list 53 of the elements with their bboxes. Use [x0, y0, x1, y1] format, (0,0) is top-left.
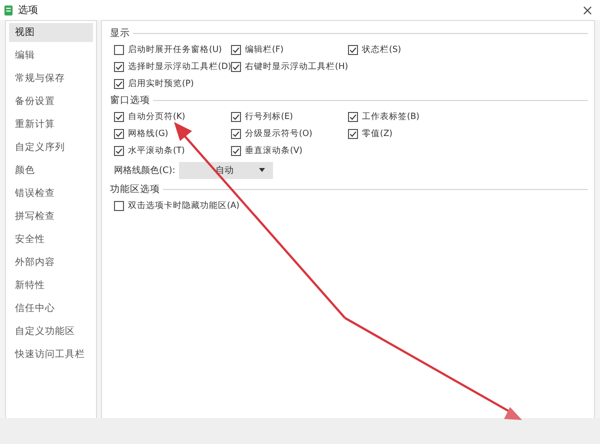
sidebar-item[interactable]: 快速访问工具栏 [9, 345, 93, 364]
checkbox-label: 网格线(G) [128, 128, 168, 140]
sidebar-item[interactable]: 颜色 [9, 161, 93, 180]
checkbox-label: 行号列标(E) [245, 110, 294, 122]
sidebar-item[interactable]: 自定义序列 [9, 138, 93, 157]
checkbox-label: 右键时显示浮动工具栏(H) [245, 60, 348, 72]
checkbox-label: 零值(Z) [362, 128, 392, 140]
sidebar-item[interactable]: 常规与保存 [9, 69, 93, 88]
checkbox[interactable] [114, 44, 124, 54]
checkbox[interactable] [114, 146, 124, 156]
sidebar-item[interactable]: 视图 [9, 23, 93, 42]
checkbox[interactable] [231, 128, 241, 138]
sidebar-item[interactable]: 备份设置 [9, 92, 93, 111]
app-icon [4, 4, 13, 16]
checkbox-label: 双击选项卡时隐藏功能区(A) [128, 200, 240, 212]
checkbox-label: 启用实时预览(P) [128, 78, 194, 90]
checkbox-label: 垂直滚动条(V) [245, 144, 302, 156]
checkbox-label: 选择时显示浮动工具栏(D) [128, 60, 232, 72]
sidebar-item[interactable]: 外部内容 [9, 253, 93, 272]
sidebar-item[interactable]: 编辑 [9, 46, 93, 65]
section-title: 显示 [110, 26, 130, 40]
checkbox[interactable] [231, 112, 241, 122]
section-title: 功能区选项 [110, 182, 160, 196]
checkbox-label: 启动时展开任务窗格(U) [128, 44, 222, 56]
section-title: 窗口选项 [110, 94, 150, 106]
checkbox[interactable] [114, 128, 124, 138]
checkbox[interactable] [114, 112, 124, 122]
checkbox[interactable] [348, 112, 358, 122]
checkbox[interactable] [114, 78, 124, 88]
checkbox-label: 分级显示符号(O) [245, 128, 312, 140]
checkbox[interactable] [231, 44, 241, 54]
checkbox-label: 水平滚动条(T) [128, 144, 185, 156]
checkbox[interactable] [231, 62, 241, 72]
sidebar-item[interactable]: 错误检查 [9, 184, 93, 203]
checkbox[interactable] [348, 128, 358, 138]
checkbox-label: 状态栏(S) [362, 44, 402, 56]
checkbox[interactable] [114, 200, 124, 210]
checkbox[interactable] [231, 146, 241, 156]
sidebar-item[interactable]: 新特性 [9, 276, 93, 295]
checkbox[interactable] [114, 62, 124, 72]
sidebar-item[interactable]: 自定义功能区 [9, 322, 93, 341]
checkbox-label: 自动分页符(K) [128, 110, 186, 122]
window-title: 选项 [18, 4, 38, 17]
checkbox-label: 工作表标签(B) [362, 110, 420, 122]
sidebar-item[interactable]: 拼写检查 [9, 207, 93, 226]
sidebar-item[interactable]: 信任中心 [9, 299, 93, 318]
close-icon[interactable] [583, 6, 592, 14]
caret-icon [259, 168, 266, 172]
sidebar-item[interactable]: 安全性 [9, 230, 93, 249]
sidebar-item[interactable]: 重新计算 [9, 115, 93, 134]
checkbox-label: 编辑栏(F) [245, 44, 284, 56]
checkbox[interactable] [348, 44, 358, 54]
dropdown-label: 网格线颜色(C): [114, 164, 176, 176]
